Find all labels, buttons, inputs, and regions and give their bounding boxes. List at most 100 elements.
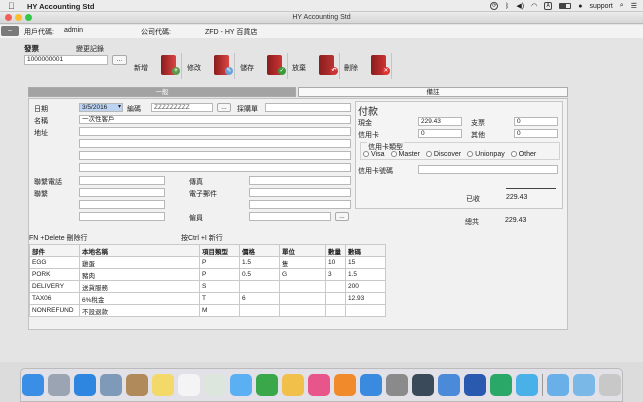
card-field[interactable]: 0	[418, 129, 462, 138]
grid-cell[interactable]: 豬肉	[79, 268, 200, 281]
grid-cell[interactable]: DELIVERY	[29, 280, 80, 293]
grid-cell[interactable]: 0.5	[239, 268, 280, 281]
messages-icon[interactable]	[230, 374, 252, 396]
grid-cell[interactable]	[325, 292, 346, 305]
date-dropdown-icon[interactable]: ▾	[118, 103, 121, 110]
ibooks-icon[interactable]	[334, 374, 356, 396]
finder-icon[interactable]	[22, 374, 44, 396]
grid-header-cell[interactable]: 價格	[239, 244, 280, 257]
grid-cell[interactable]: 雞蛋	[79, 256, 200, 269]
app-menu-name[interactable]: HY Accounting Std	[27, 2, 95, 11]
folder-icon[interactable]	[547, 374, 569, 396]
trash-icon[interactable]	[599, 374, 621, 396]
apple-icon[interactable]: 	[8, 1, 15, 11]
radio-circle-icon[interactable]	[363, 151, 369, 157]
tab-general[interactable]: 一般	[28, 87, 296, 97]
grid-cell[interactable]: T	[199, 292, 240, 305]
fax-field[interactable]	[249, 176, 351, 185]
wifi-icon[interactable]: ◠	[531, 2, 537, 10]
battery-icon[interactable]	[559, 3, 572, 9]
cheque-field[interactable]: 0	[514, 117, 558, 126]
table-row[interactable]: DELIVERY 送貨服務 S 200	[29, 280, 386, 293]
grid-cell[interactable]: 3	[325, 268, 346, 281]
card-type-option[interactable]: Visa	[363, 151, 385, 158]
grid-cell[interactable]: 不設退款	[79, 304, 200, 317]
table-row[interactable]: NONREFUND 不設退款 M	[29, 304, 386, 317]
grid-cell[interactable]	[279, 304, 326, 317]
grid-header-cell[interactable]: 數碼	[345, 244, 386, 257]
table-row[interactable]: TAX06 6%稅金 T 6 12.93	[29, 292, 386, 305]
launchpad-icon[interactable]	[48, 374, 70, 396]
contact-field-2[interactable]	[79, 200, 165, 209]
tab-notes[interactable]: 備註	[298, 87, 568, 97]
quicktime-icon[interactable]	[412, 374, 434, 396]
code-field[interactable]: ZZZZZZZZZ	[151, 103, 213, 112]
grid-cell[interactable]: P	[199, 256, 240, 269]
invoice-browse-button[interactable]: ...	[112, 55, 127, 65]
address-line-3[interactable]	[79, 151, 351, 160]
grid-cell[interactable]	[279, 280, 326, 293]
grid-cell[interactable]	[345, 304, 386, 317]
grid-cell[interactable]: 1.5	[239, 256, 280, 269]
xcode-icon[interactable]	[438, 374, 460, 396]
staff-browse-button[interactable]: ...	[335, 212, 349, 221]
toolbar-discard-button[interactable]: 放棄 ↶	[289, 53, 340, 79]
grid-cell[interactable]: 6	[239, 292, 280, 305]
photos-icon[interactable]	[282, 374, 304, 396]
contacts-icon[interactable]	[126, 374, 148, 396]
volume-icon[interactable]: ◀)	[516, 2, 524, 10]
grid-header-cell[interactable]: 項目類型	[199, 244, 240, 257]
grid-header-cell[interactable]: 數量	[325, 244, 346, 257]
user-icon[interactable]: ●	[578, 3, 582, 10]
table-row[interactable]: EGG 雞蛋 P 1.5 隻 10 15	[29, 256, 386, 269]
grid-header-cell[interactable]: 本地名稱	[79, 244, 200, 257]
radio-circle-icon[interactable]	[510, 151, 517, 157]
downloads-icon[interactable]	[573, 374, 595, 396]
address-line-2[interactable]	[79, 139, 351, 148]
grid-header-cell[interactable]: 單位	[279, 244, 326, 257]
grid-cell[interactable]: PORK	[29, 268, 80, 281]
toolbar-delete-button[interactable]: 刪除 ✕	[341, 53, 392, 79]
grid-header-cell[interactable]: 部件	[29, 244, 80, 257]
grid-cell[interactable]: M	[199, 304, 240, 317]
keyboard-A-icon[interactable]: A	[544, 2, 553, 10]
facetime-icon[interactable]	[256, 374, 278, 396]
card-type-option[interactable]: Unionpay	[467, 151, 505, 158]
table-row[interactable]: PORK 豬肉 P 0.5 G 3 1.5	[29, 268, 386, 281]
grid-cell[interactable]: NONREFUND	[29, 304, 80, 317]
grid-cell[interactable]	[239, 280, 280, 293]
reminders-icon[interactable]	[178, 374, 200, 396]
cash-field[interactable]: 229.43	[418, 117, 462, 126]
grid-cell[interactable]: 15	[345, 256, 386, 269]
sync-icon[interactable]: ⟳	[490, 2, 499, 10]
grid-cell[interactable]: 200	[345, 280, 386, 293]
contact-field-3[interactable]	[79, 212, 165, 221]
email-field-2[interactable]	[249, 200, 351, 209]
phone-field[interactable]	[79, 176, 165, 185]
radio-circle-icon[interactable]	[425, 151, 432, 157]
notes-icon[interactable]	[152, 374, 174, 396]
evernote-icon[interactable]	[490, 374, 512, 396]
search-icon[interactable]: ⌕	[620, 2, 624, 10]
user-name[interactable]: support	[589, 3, 612, 10]
po-field[interactable]	[265, 103, 351, 112]
bluetooth-icon[interactable]: ᛒ	[505, 3, 509, 10]
grid-cell[interactable]	[325, 280, 346, 293]
staff-field[interactable]	[249, 212, 331, 221]
safari-icon[interactable]	[74, 374, 96, 396]
card-type-option[interactable]: Master	[390, 151, 420, 158]
card-type-option[interactable]: Other	[510, 151, 536, 158]
collapse-button[interactable]: –	[1, 26, 19, 36]
list-icon[interactable]: ☰	[631, 2, 637, 10]
name-field[interactable]: 一次性客戶	[79, 115, 351, 124]
grid-cell[interactable]: EGG	[29, 256, 80, 269]
address-line-1[interactable]	[79, 127, 351, 136]
toolbar-edit-button[interactable]: 修改 ✎	[184, 53, 235, 79]
preview-icon[interactable]	[100, 374, 122, 396]
bird-app-icon[interactable]	[516, 374, 538, 396]
photo-booth-icon[interactable]	[204, 374, 226, 396]
grid-cell[interactable]: 6%稅金	[79, 292, 200, 305]
grid-cell[interactable]: P	[199, 268, 240, 281]
toolbar-new-button[interactable]: 新增 +	[131, 53, 182, 79]
grid-cell[interactable]: 1.5	[345, 268, 386, 281]
